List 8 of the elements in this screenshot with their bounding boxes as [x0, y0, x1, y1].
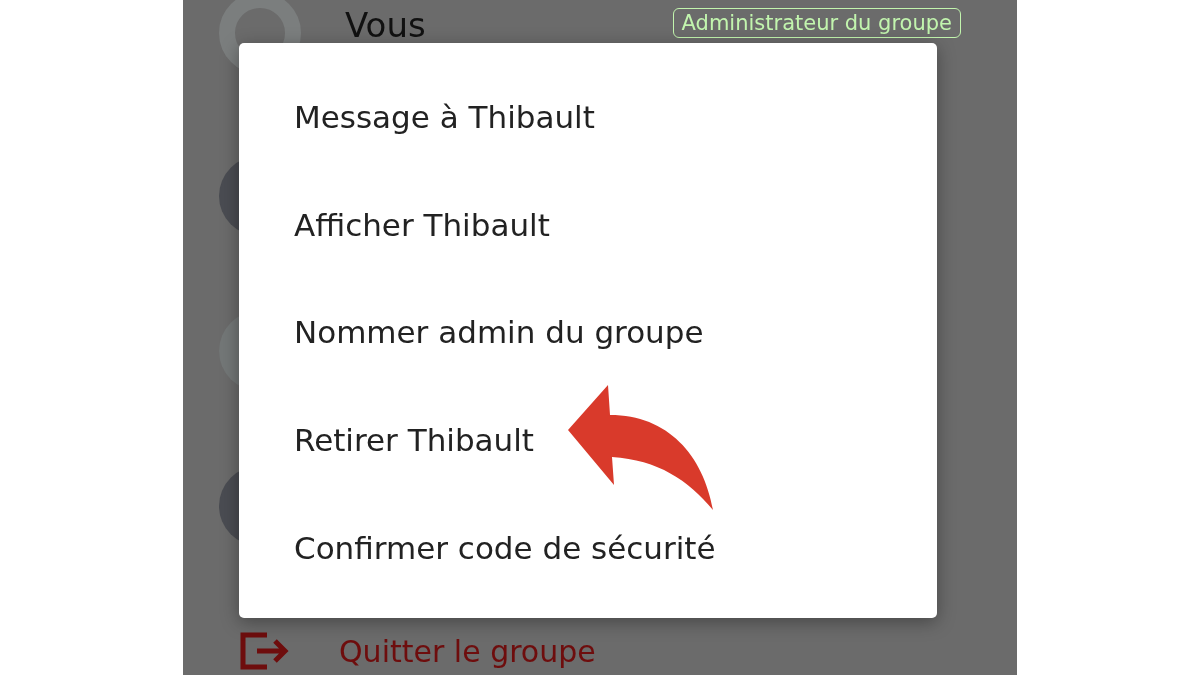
admin-badge: Administrateur du groupe [672, 8, 961, 38]
menu-item[interactable]: Nommer admin du groupe [294, 314, 937, 351]
menu-item[interactable]: Message à Thibault [294, 98, 937, 135]
menu-item[interactable]: Confirmer code de sécurité [294, 530, 937, 567]
menu-item[interactable]: Retirer Thibault [294, 422, 937, 459]
exit-icon [239, 631, 289, 671]
member-name: Vous [345, 5, 427, 45]
menu-item[interactable]: Afficher Thibault [294, 206, 937, 243]
